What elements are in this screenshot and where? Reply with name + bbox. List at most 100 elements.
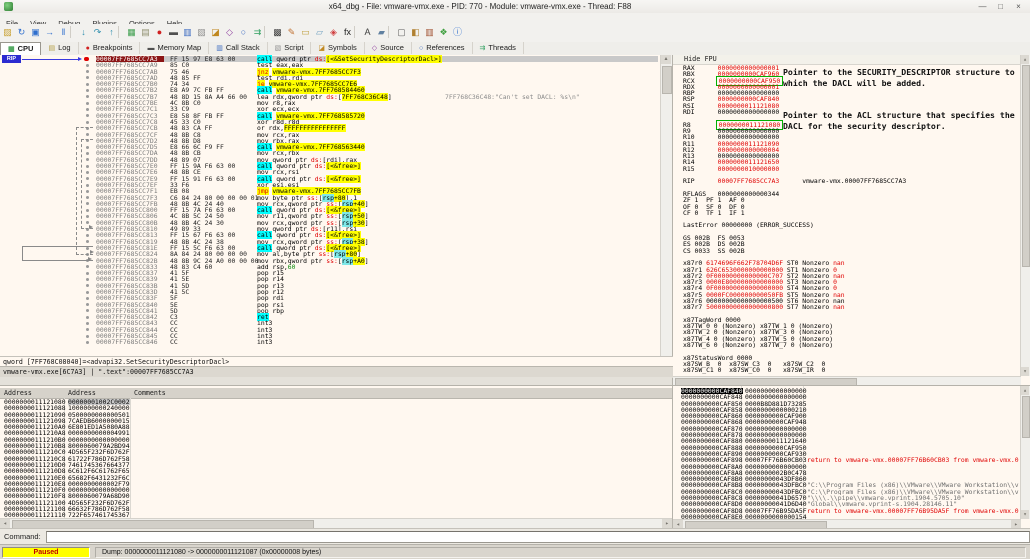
about-icon[interactable]: ⓘ bbox=[451, 25, 464, 39]
stack-vertical-scrollbar[interactable]: ▴ ▾ bbox=[1020, 386, 1030, 519]
call-stack-icon[interactable]: ▥ bbox=[181, 25, 194, 39]
run-icon[interactable]: → bbox=[43, 25, 56, 39]
bookmark-icon[interactable]: ◈ bbox=[327, 25, 340, 39]
row-dot bbox=[86, 316, 89, 319]
rip-marker: RIP bbox=[2, 55, 21, 63]
row-dot bbox=[86, 102, 89, 105]
command-input[interactable] bbox=[46, 531, 1030, 543]
rip-arrow bbox=[22, 59, 78, 60]
row-dot bbox=[86, 76, 89, 79]
source-icon: ◇ bbox=[372, 45, 377, 52]
tab-references[interactable]: ○References bbox=[412, 42, 473, 54]
calculator-icon[interactable]: ▩ bbox=[271, 25, 284, 39]
tab-breakpoints[interactable]: ●Breakpoints bbox=[79, 42, 141, 54]
scroll-up-icon[interactable]: ▴ bbox=[661, 55, 671, 64]
tab-log[interactable]: ▤Log bbox=[41, 42, 78, 54]
dump-column-address2[interactable]: Address bbox=[68, 388, 96, 398]
scroll-down-icon[interactable]: ▾ bbox=[1021, 367, 1029, 376]
threads-icon[interactable]: ⇉ bbox=[251, 25, 264, 39]
pane-gap bbox=[0, 377, 672, 385]
pause-icon[interactable]: ‖ bbox=[57, 25, 70, 39]
step-into-icon[interactable]: ↓ bbox=[77, 25, 90, 39]
appearance-icon[interactable]: ◧ bbox=[409, 25, 422, 39]
registers-vertical-scrollbar[interactable]: ▴ ▾ bbox=[1020, 55, 1030, 376]
tab-call-stack[interactable]: ▥Call Stack bbox=[209, 42, 267, 54]
tab-source[interactable]: ◇Source bbox=[365, 42, 412, 54]
plugins-icon[interactable]: ▥ bbox=[423, 25, 436, 39]
tab-script[interactable]: ▧Script bbox=[268, 42, 312, 54]
maximize-button[interactable]: □ bbox=[993, 1, 1008, 12]
function-icon[interactable]: fx bbox=[341, 25, 354, 39]
rip-arrowhead bbox=[78, 57, 82, 61]
scroll-up-icon[interactable]: ▴ bbox=[1021, 386, 1029, 395]
memory-map-icon[interactable]: ▬ bbox=[167, 25, 180, 39]
row-dot bbox=[86, 284, 89, 287]
dump-column-address1[interactable]: Address bbox=[4, 388, 32, 398]
font-icon[interactable]: A bbox=[361, 25, 374, 39]
stack-comment: return to vmware-vmx.00007FF76B60CB03 fr… bbox=[807, 457, 1019, 463]
disasm-address: 00007FF7685CC846 bbox=[96, 339, 164, 345]
row-dot bbox=[86, 70, 89, 73]
scroll-thumb[interactable] bbox=[1022, 65, 1030, 267]
scroll-right-icon[interactable]: ▸ bbox=[662, 519, 672, 528]
symbols-icon[interactable]: ◪ bbox=[209, 25, 222, 39]
step-over-icon[interactable]: ↷ bbox=[91, 25, 104, 39]
stack-pane[interactable]: 0000000000CAF840000000000000000000000000… bbox=[673, 385, 1030, 529]
command-label: Command: bbox=[4, 532, 41, 541]
dump-pane[interactable]: Address Address Comments 000000001112108… bbox=[0, 385, 673, 529]
minimize-button[interactable]: — bbox=[975, 1, 990, 12]
disasm-comment: 7FF768C36C48:"Can't set DACL: %s\n" bbox=[445, 94, 657, 100]
registers-pane[interactable]: Hide FPU RAX 0000000000000001RBX 0000000… bbox=[673, 55, 1030, 385]
row-dot bbox=[86, 83, 89, 86]
column-separator bbox=[130, 398, 131, 524]
status-bar: Paused Dump: 0000000011121080 -> 0000000… bbox=[0, 544, 1030, 559]
scroll-up-icon[interactable]: ▴ bbox=[1021, 55, 1029, 64]
breakpoints-icon[interactable]: ● bbox=[153, 25, 166, 39]
bug-icon[interactable]: ❖ bbox=[437, 25, 450, 39]
stop-icon[interactable]: ▣ bbox=[29, 25, 42, 39]
disasm-row[interactable]: 00007FF7685CC846CCint3 bbox=[0, 339, 660, 345]
cpu-icon[interactable]: ▦ bbox=[125, 25, 138, 39]
step-out-icon[interactable]: ↑ bbox=[105, 25, 118, 39]
tab-memory-map[interactable]: ▬Memory Map bbox=[140, 42, 209, 54]
close-button[interactable]: × bbox=[1011, 1, 1026, 12]
registers-horizontal-scrollbar[interactable] bbox=[673, 376, 1021, 385]
tab-threads[interactable]: ⇉Threads bbox=[473, 42, 524, 54]
scroll-thumb[interactable] bbox=[662, 66, 672, 94]
toolbar-separator bbox=[118, 26, 124, 38]
label-icon[interactable]: ▱ bbox=[313, 25, 326, 39]
scroll-thumb[interactable] bbox=[1022, 396, 1030, 438]
memory-map-icon: ▬ bbox=[147, 45, 154, 52]
source-icon[interactable]: ◇ bbox=[223, 25, 236, 39]
highlight-icon[interactable]: ▰ bbox=[375, 25, 388, 39]
patch-icon[interactable]: ✎ bbox=[285, 25, 298, 39]
references-icon[interactable]: ○ bbox=[237, 25, 250, 39]
tab-cpu[interactable]: ▦CPU bbox=[0, 42, 41, 56]
row-dot bbox=[86, 297, 89, 300]
scroll-thumb[interactable] bbox=[675, 378, 857, 385]
row-dot bbox=[86, 114, 89, 117]
scroll-left-icon[interactable]: ◂ bbox=[0, 519, 10, 528]
open-file-icon[interactable]: ▨ bbox=[1, 25, 14, 39]
jump-arrowhead bbox=[88, 257, 92, 261]
tab-label: Threads bbox=[488, 43, 516, 52]
log-icon[interactable]: ▤ bbox=[139, 25, 152, 39]
tab-label: Source bbox=[380, 43, 404, 52]
scroll-down-icon[interactable]: ▾ bbox=[1021, 510, 1029, 519]
tab-symbols[interactable]: ◪Symbols bbox=[311, 42, 364, 54]
disassembly-vertical-scrollbar[interactable]: ▴ ▾ bbox=[660, 55, 672, 385]
log-icon: ▤ bbox=[48, 45, 55, 52]
row-dot bbox=[86, 328, 89, 331]
row-dot bbox=[86, 64, 89, 67]
settings-icon[interactable]: ▢ bbox=[395, 25, 408, 39]
row-dot bbox=[86, 303, 89, 306]
register-line: x87SW_C1 0 x87SW_C0 0 x87SW_IR 0 bbox=[683, 367, 906, 373]
row-dot bbox=[86, 89, 89, 92]
tab-label: Memory Map bbox=[157, 43, 201, 52]
script-icon[interactable]: ▧ bbox=[195, 25, 208, 39]
comment-icon[interactable]: ▭ bbox=[299, 25, 312, 39]
toolbar-separator bbox=[388, 26, 394, 38]
dump-column-comments[interactable]: Comments bbox=[134, 388, 166, 398]
restart-icon[interactable]: ↻ bbox=[15, 25, 28, 39]
disassembly-pane[interactable]: 00007FF7685CC7A3FF 15 97 E8 63 00call qw… bbox=[0, 55, 673, 385]
